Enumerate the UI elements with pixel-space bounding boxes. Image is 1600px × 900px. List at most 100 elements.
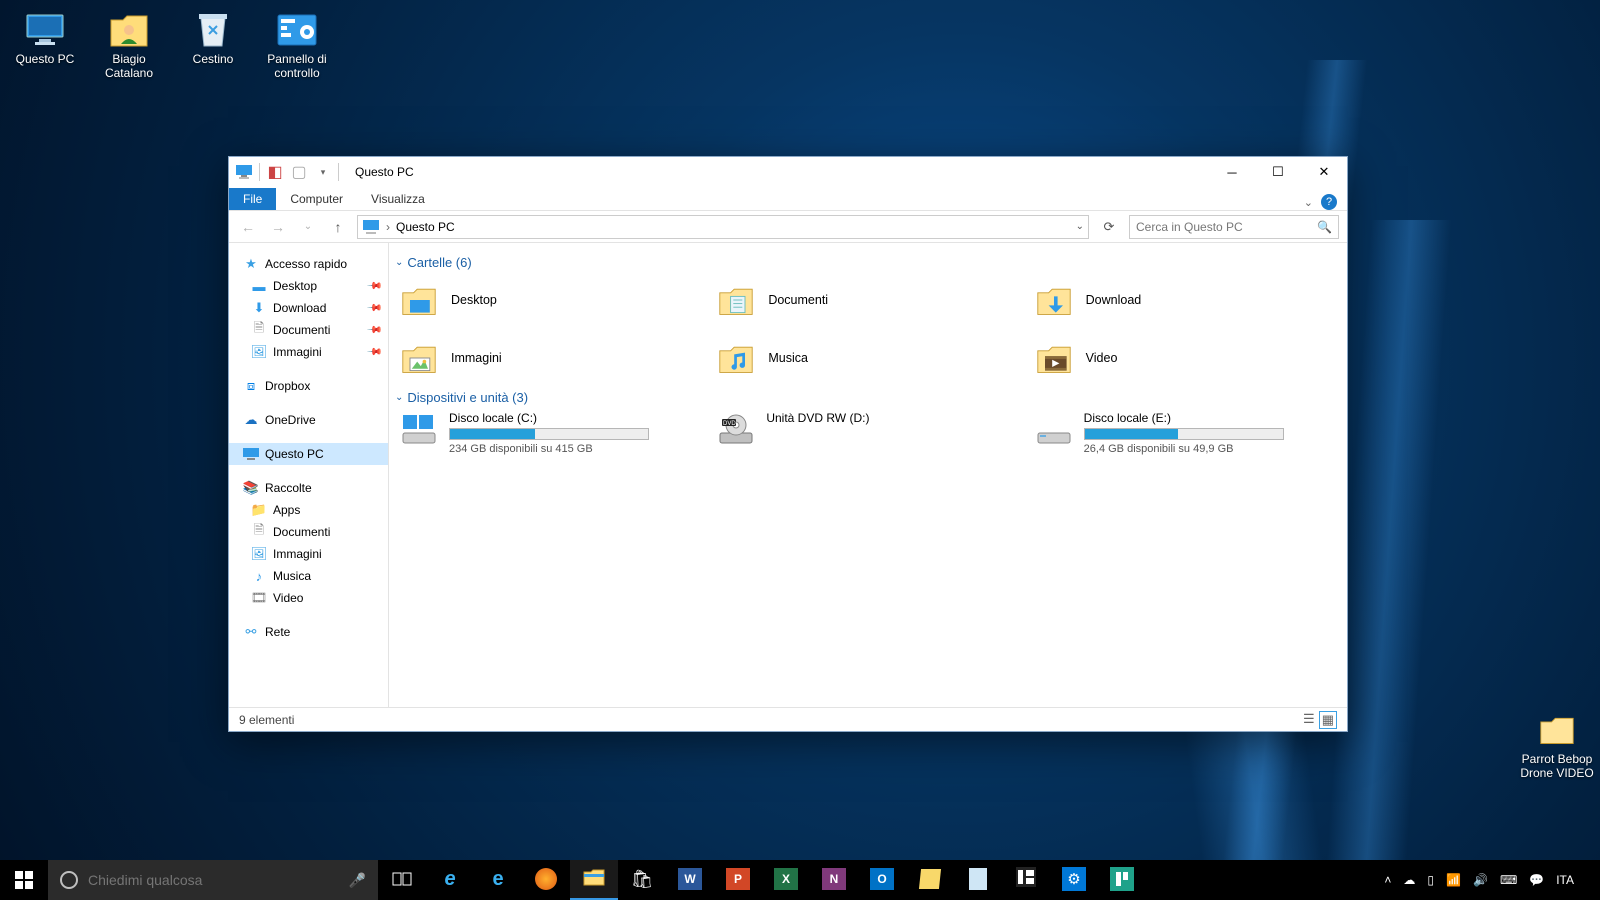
folder-music[interactable]: Musica: [712, 332, 1019, 384]
minimize-button[interactable]: ─: [1209, 157, 1255, 187]
cortana-search[interactable]: 🎤: [48, 860, 378, 900]
nav-onedrive[interactable]: ☁OneDrive: [229, 409, 388, 431]
task-outlook[interactable]: O: [858, 860, 906, 900]
address-pc-icon: [362, 218, 380, 236]
maximize-button[interactable]: ☐: [1255, 157, 1301, 187]
microphone-icon[interactable]: 🎤: [349, 872, 366, 889]
nav-download[interactable]: ⬇Download📌: [229, 297, 388, 319]
music-icon: ♪: [251, 568, 267, 584]
img-icon: 🖼: [251, 546, 267, 562]
desktop-icon-this-pc[interactable]: Questo PC: [8, 8, 82, 80]
powerpoint-icon: P: [726, 868, 750, 890]
refresh-button[interactable]: ⟳: [1097, 219, 1121, 235]
task-excel[interactable]: X: [762, 860, 810, 900]
nav-recent-button[interactable]: ⌄: [297, 221, 319, 232]
explorer-icon: [583, 868, 605, 891]
task-onenote[interactable]: N: [810, 860, 858, 900]
address-history-icon[interactable]: ⌄: [1076, 221, 1084, 232]
task-ie[interactable]: e: [426, 860, 474, 900]
nav-forward-button[interactable]: →: [267, 219, 289, 235]
file-explorer-window: ◧ ▢ ▾ Questo PC ─ ☐ ✕ File Computer Visu…: [228, 156, 1348, 732]
desktop-icon-control-panel[interactable]: Pannello di controllo: [260, 8, 334, 80]
tray-wifi-icon[interactable]: 📶: [1446, 873, 1461, 887]
tray-volume-icon[interactable]: 🔊: [1473, 873, 1488, 887]
task-app2[interactable]: [1098, 860, 1146, 900]
task-firefox[interactable]: [522, 860, 570, 900]
nav-libraries[interactable]: 📚Raccolte: [229, 477, 388, 499]
nav-back-button[interactable]: ←: [237, 219, 259, 235]
close-button[interactable]: ✕: [1301, 157, 1347, 187]
task-word[interactable]: W: [666, 860, 714, 900]
drive-os-icon: [399, 411, 439, 451]
task-edge[interactable]: e: [474, 860, 522, 900]
qat-dropdown-icon[interactable]: ▾: [314, 163, 332, 181]
titlebar[interactable]: ◧ ▢ ▾ Questo PC ─ ☐ ✕: [229, 157, 1347, 187]
search-field[interactable]: [88, 872, 339, 888]
view-tiles-button[interactable]: ▦: [1319, 711, 1337, 729]
nav-images[interactable]: 🖼Immagini📌: [229, 341, 388, 363]
nav-desktop[interactable]: ▬Desktop📌: [229, 275, 388, 297]
folder-desktop[interactable]: Desktop: [395, 274, 702, 326]
notepad-icon: [969, 868, 987, 890]
help-icon[interactable]: ?: [1321, 194, 1337, 210]
desktop-icon-recycle[interactable]: Cestino: [176, 8, 250, 80]
nav-lib-documents[interactable]: 🗎Documenti: [229, 521, 388, 543]
ribbon-expand-icon[interactable]: ⌄: [1304, 196, 1313, 209]
settings-icon: ⚙: [1062, 867, 1086, 891]
nav-quick-access[interactable]: ★Accesso rapido: [229, 253, 388, 275]
folder-images[interactable]: Immagini: [395, 332, 702, 384]
group-devices[interactable]: ⌄Dispositivi e unità (3): [395, 390, 1337, 405]
nav-documents[interactable]: 🗎Documenti📌: [229, 319, 388, 341]
folder-download-icon: [1034, 280, 1074, 320]
qat-properties-icon[interactable]: ◧: [266, 163, 284, 181]
desktop-icon-user[interactable]: Biagio Catalano: [92, 8, 166, 80]
folder-video[interactable]: Video: [1030, 332, 1337, 384]
task-sticky[interactable]: [906, 860, 954, 900]
drive-dvd[interactable]: DVD Unità DVD RW (D:): [712, 409, 1019, 467]
desktop-icon-folder-videos[interactable]: Parrot Bebop Drone VIDEO: [1520, 708, 1594, 780]
content-pane: ⌄Cartelle (6) Desktop Documenti Download…: [389, 243, 1347, 707]
folder-download[interactable]: Download: [1030, 274, 1337, 326]
task-app1[interactable]: [1002, 860, 1050, 900]
breadcrumb[interactable]: Questo PC: [396, 220, 455, 234]
nav-network[interactable]: ⚯Rete: [229, 621, 388, 643]
task-powerpoint[interactable]: P: [714, 860, 762, 900]
outlook-icon: O: [870, 868, 894, 890]
tray-overflow-icon[interactable]: ˄: [1384, 873, 1391, 887]
task-settings[interactable]: ⚙: [1050, 860, 1098, 900]
nav-lib-images[interactable]: 🖼Immagini: [229, 543, 388, 565]
nav-this-pc[interactable]: Questo PC: [229, 443, 388, 465]
start-button[interactable]: [0, 860, 48, 900]
folder-documents[interactable]: Documenti: [712, 274, 1019, 326]
tray-battery-icon[interactable]: ▯: [1427, 873, 1434, 887]
task-store[interactable]: 🛍: [618, 860, 666, 900]
address-bar[interactable]: › Questo PC ⌄: [357, 215, 1089, 239]
drive-c[interactable]: Disco locale (C:) 234 GB disponibili su …: [395, 409, 702, 467]
pc-icon: [243, 446, 259, 462]
search-input[interactable]: Cerca in Questo PC 🔍: [1129, 215, 1339, 239]
group-folders[interactable]: ⌄Cartelle (6): [395, 255, 1337, 270]
task-view-button[interactable]: [378, 860, 426, 900]
tray-action-center-icon[interactable]: 💬: [1529, 873, 1544, 887]
view-details-button[interactable]: ☰: [1303, 711, 1315, 729]
excel-icon: X: [774, 868, 798, 890]
taskbar: 🎤 e e 🛍 W P X N O ⚙ ˄ ☁ ▯ 📶 🔊 ⌨ 💬 ITA: [0, 860, 1600, 900]
nav-lib-apps[interactable]: 📁Apps: [229, 499, 388, 521]
network-icon: ⚯: [243, 624, 259, 640]
onenote-icon: N: [822, 868, 846, 890]
tray-lang[interactable]: ITA: [1556, 873, 1574, 887]
nav-dropbox[interactable]: ⧈Dropbox: [229, 375, 388, 397]
nav-lib-music[interactable]: ♪Musica: [229, 565, 388, 587]
nav-up-button[interactable]: ↑: [327, 219, 349, 235]
download-icon: ⬇: [251, 300, 267, 316]
tray-ime-icon[interactable]: ⌨: [1500, 873, 1517, 887]
tab-view[interactable]: Visualizza: [357, 188, 439, 210]
tab-computer[interactable]: Computer: [276, 188, 357, 210]
qat-new-icon[interactable]: ▢: [290, 163, 308, 181]
task-explorer[interactable]: [570, 860, 618, 900]
nav-lib-video[interactable]: 🎞Video: [229, 587, 388, 609]
tray-onedrive-icon[interactable]: ☁: [1403, 873, 1415, 887]
task-notepad[interactable]: [954, 860, 1002, 900]
tab-file[interactable]: File: [229, 188, 276, 210]
drive-e[interactable]: Disco locale (E:) 26,4 GB disponibili su…: [1030, 409, 1337, 467]
